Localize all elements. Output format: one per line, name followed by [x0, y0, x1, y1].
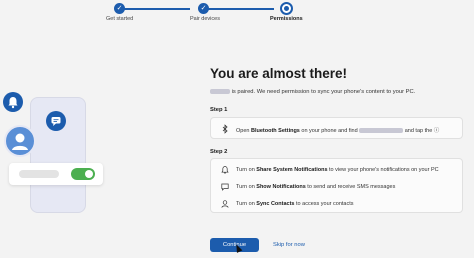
contact-avatar-icon	[4, 125, 36, 157]
row-prefix: Turn on	[236, 201, 257, 207]
step-current-icon	[280, 2, 293, 15]
step-connector	[124, 8, 190, 10]
step-1-text-prefix: Open	[236, 128, 251, 134]
redacted-pc-name	[359, 128, 404, 134]
sync-contacts-text: Sync Contacts	[256, 201, 295, 207]
chat-bubble-icon	[46, 111, 66, 131]
contacts-instruction-row: Turn on Sync Contacts to access your con…	[211, 195, 464, 213]
step-done-check-icon: ✓	[198, 3, 209, 14]
step-1-text-suffix: and tap the ⓘ	[403, 128, 440, 134]
bluetooth-icon	[220, 124, 230, 134]
permissions-window: ✓ ✓ Get started Pair devices Permissions	[0, 0, 474, 258]
step-connector	[208, 8, 274, 10]
row-suffix: to send and receive SMS messages	[305, 184, 396, 190]
redacted-device-name	[210, 89, 230, 94]
notification-bell-icon	[3, 92, 23, 112]
step-label-permissions: Permissions	[270, 16, 303, 22]
show-notifications-text: Show Notifications	[256, 184, 306, 190]
person-icon	[220, 199, 230, 209]
row-suffix: to view your phone's notifications on yo…	[327, 167, 439, 173]
step-1-text-middle: on your phone and find	[299, 128, 360, 134]
bluetooth-settings-text: Bluetooth Settings	[250, 128, 300, 134]
share-system-notifications-text: Share System Notifications	[256, 167, 328, 173]
toggle-switch-on	[71, 168, 95, 180]
bluetooth-instruction-row: Open Bluetooth Settings on your phone an…	[211, 120, 464, 138]
progress-stepper: ✓ ✓ Get started Pair devices Permissions	[0, 0, 474, 30]
row-prefix: Turn on	[236, 167, 257, 173]
row-suffix: to access your contacts	[294, 201, 354, 207]
placeholder-bar	[19, 170, 59, 178]
paired-message: is paired. We need permission to sync yo…	[231, 89, 416, 96]
sms-instruction-row: Turn on Show Notifications to send and r…	[211, 178, 464, 196]
step-done-check-icon: ✓	[114, 3, 125, 14]
page-title: You are almost there!	[210, 66, 348, 81]
sync-toggle-card	[9, 163, 103, 185]
paired-status-text: is paired. We need permission to sync yo…	[210, 89, 415, 95]
step-label-get-started: Get started	[106, 16, 134, 22]
notification-instruction-row: Turn on Share System Notifications to vi…	[211, 161, 464, 179]
step-2-heading: Step 2	[210, 149, 228, 155]
skip-for-now-button[interactable]: Skip for now	[273, 238, 305, 252]
step-label-pair-devices: Pair devices	[190, 16, 220, 22]
bell-icon	[220, 165, 230, 175]
step-2-card: Turn on Share System Notifications to vi…	[210, 158, 463, 213]
step-1-heading: Step 1	[210, 107, 228, 113]
step-1-card: Open Bluetooth Settings on your phone an…	[210, 117, 463, 139]
chat-icon	[220, 182, 230, 192]
row-prefix: Turn on	[236, 184, 257, 190]
